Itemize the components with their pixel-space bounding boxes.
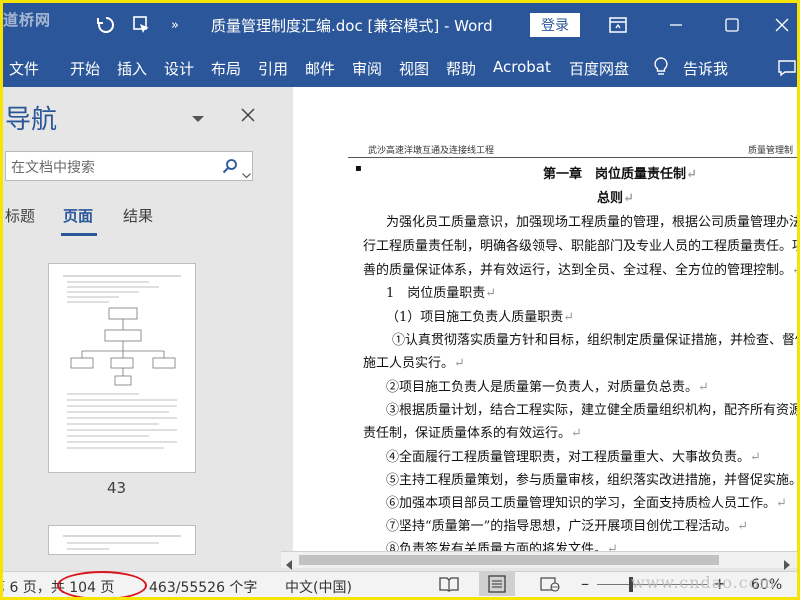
doc-line: 行工程质量责任制，明确各级领导、职能部门及专业人员的工程质量责任。项目部 bbox=[363, 239, 797, 254]
page-thumbnail[interactable] bbox=[48, 263, 196, 473]
close-icon[interactable] bbox=[769, 11, 795, 39]
ribbon-display-icon[interactable] bbox=[605, 11, 631, 39]
tab-home[interactable]: 开始 bbox=[70, 58, 100, 79]
tab-baidu-netdisk[interactable]: 百度网盘 bbox=[569, 58, 629, 79]
login-button[interactable]: 登录 bbox=[530, 13, 580, 37]
tab-review[interactable]: 审阅 bbox=[352, 58, 382, 79]
nav-search-input[interactable]: 在文档中搜索 bbox=[5, 151, 253, 181]
tab-layout[interactable]: 布局 bbox=[211, 58, 241, 79]
touch-mode-icon[interactable] bbox=[129, 11, 155, 39]
print-layout-icon[interactable] bbox=[479, 572, 515, 596]
window-title: 质量管理制度汇编.doc [兼容模式] - Word bbox=[211, 17, 493, 35]
doc-line: ⑥加强本项目部员工质量管理知识的学习，全面支持质检人员工作。↵ bbox=[386, 496, 787, 511]
read-mode-icon[interactable] bbox=[439, 576, 459, 596]
doc-line: ②项目施工负责人是质量第一负责人，对质量负总责。↵ bbox=[386, 380, 709, 395]
doc-line: ③根据质量计划，结合工程实际，建立健全质量组织机构，配齐所有资源，落 bbox=[386, 403, 797, 418]
more-icon[interactable]: » bbox=[167, 11, 183, 39]
page-header: 武沙高速洋墩互通及连接线工程 质量管理制 bbox=[348, 143, 797, 158]
tab-mailings[interactable]: 邮件 bbox=[305, 58, 335, 79]
section-title: 总则↵ bbox=[597, 191, 634, 206]
page-thumbnail-next[interactable] bbox=[48, 525, 196, 555]
ribbon-tabs: 文件 开始 插入 设计 布局 引用 邮件 审阅 视图 帮助 Acrobat 百度… bbox=[3, 49, 797, 87]
document-page[interactable]: 武沙高速洋墩互通及连接线工程 质量管理制 ▪ 第一章 岗位质量责任制↵ 总则↵ … bbox=[293, 87, 797, 551]
web-layout-icon[interactable] bbox=[540, 576, 560, 596]
chapter-title: 第一章 岗位质量责任制↵ bbox=[543, 167, 697, 182]
tab-file[interactable]: 文件 bbox=[9, 58, 39, 79]
nav-search-placeholder: 在文档中搜索 bbox=[11, 160, 95, 176]
nav-tab-headings[interactable]: 标题 bbox=[5, 205, 35, 226]
doc-line: 善的质量保证体系，并有效运行，达到全员、全过程、全方位的管理控制。↵ bbox=[363, 263, 797, 278]
tab-references[interactable]: 引用 bbox=[258, 58, 288, 79]
doc-line: ⑦坚持“质量第一”的指导思想，广泛开展项目创优工程活动。↵ bbox=[386, 519, 749, 534]
header-left: 武沙高速洋墩互通及连接线工程 bbox=[368, 146, 495, 156]
doc-line: 为强化员工质量意识，加强现场工程质量的管理，根据公司质量管理办法，项 bbox=[386, 215, 797, 230]
nav-close-icon[interactable] bbox=[241, 107, 255, 126]
nav-tab-results[interactable]: 结果 bbox=[123, 205, 153, 226]
watermark-top: 道桥网 bbox=[3, 11, 52, 29]
chevron-down-icon[interactable] bbox=[242, 164, 251, 183]
doc-line: 施工人员实行。↵ bbox=[363, 356, 465, 371]
nav-tab-indicator bbox=[61, 233, 97, 236]
doc-line: ①认真贯彻落实质量方针和目标，组织制定质量保证措施，并检查、督促项目 bbox=[392, 333, 797, 348]
tab-acrobat[interactable]: Acrobat bbox=[493, 58, 551, 76]
nav-pane-title: 导航 bbox=[5, 105, 58, 135]
tab-help[interactable]: 帮助 bbox=[446, 58, 476, 79]
minimize-icon[interactable] bbox=[663, 11, 689, 39]
doc-line: ⑤主持工程质量策划，参与质量审核，组织落实改进措施，并督促实施。↵ bbox=[386, 473, 797, 488]
doc-line: ④全面履行工程质量管理职责，对工程质量重大、大事故负责。↵ bbox=[386, 450, 761, 465]
nav-tab-pages[interactable]: 页面 bbox=[63, 205, 93, 226]
vertical-scrollbar[interactable] bbox=[275, 87, 283, 551]
scrollbar-thumb[interactable] bbox=[299, 555, 719, 565]
word-window: 道桥网 » 质量管理制度汇编.doc [兼容模式] - Word 登录 文件 开… bbox=[0, 0, 800, 600]
doc-line: 1 岗位质量职责↵ bbox=[386, 286, 497, 301]
doc-line: ⑧负责签发有关质量方面的将发文件。↵ bbox=[386, 542, 618, 551]
tab-insert[interactable]: 插入 bbox=[117, 58, 147, 79]
comments-icon[interactable] bbox=[777, 59, 797, 81]
doc-line: 责任制，保证质量体系的有效运行。↵ bbox=[363, 426, 582, 441]
horizontal-scrollbar[interactable] bbox=[281, 551, 797, 570]
zoom-out-icon[interactable]: – bbox=[581, 574, 589, 593]
navigation-pane: 导航 在文档中搜索 标题 页面 结果 43 bbox=[3, 87, 273, 555]
language-status[interactable]: 中文(中国) bbox=[285, 577, 352, 597]
bullet-mark: ▪ bbox=[355, 163, 362, 174]
header-right: 质量管理制 bbox=[748, 146, 794, 156]
tell-me-box[interactable]: 告诉我 bbox=[683, 58, 728, 79]
thumbnail-page-number: 43 bbox=[107, 479, 127, 497]
word-count[interactable]: 463/55526 个字 bbox=[149, 577, 257, 597]
doc-line: （1）项目施工负责人质量职责↵ bbox=[386, 310, 575, 325]
watermark-bottom: www.cndao.com bbox=[631, 573, 776, 592]
tab-design[interactable]: 设计 bbox=[164, 58, 194, 79]
highlight-annotation bbox=[57, 571, 147, 597]
search-icon[interactable] bbox=[222, 158, 238, 178]
maximize-icon[interactable] bbox=[719, 11, 745, 39]
lightbulb-icon[interactable] bbox=[653, 57, 669, 81]
undo-icon[interactable] bbox=[93, 11, 119, 39]
title-bar: 道桥网 » 质量管理制度汇编.doc [兼容模式] - Word 登录 bbox=[3, 3, 797, 49]
nav-options-icon[interactable] bbox=[191, 109, 205, 128]
tab-view[interactable]: 视图 bbox=[399, 58, 429, 79]
